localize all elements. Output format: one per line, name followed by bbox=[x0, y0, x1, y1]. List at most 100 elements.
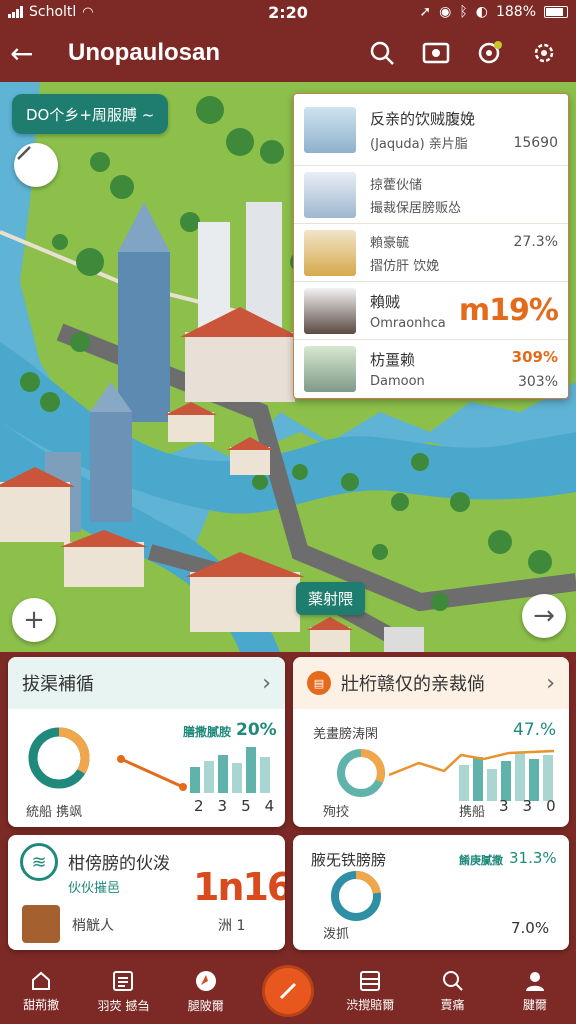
photo-icon[interactable] bbox=[422, 39, 450, 67]
notification-icon[interactable] bbox=[476, 39, 504, 67]
place-row[interactable]: 枋畺赖 Damoon 309% 303% bbox=[294, 340, 568, 398]
place-subtitle: Omraonhca bbox=[370, 315, 446, 331]
place-thumbnail bbox=[304, 106, 356, 153]
stats-card-4[interactable]: 腋旡铁膀膀 餚庚膩撒 31.3% 泼抓 7.0% bbox=[293, 835, 569, 950]
nav-item-profile[interactable]: 腱爾 bbox=[494, 970, 576, 1013]
trend-line bbox=[117, 755, 187, 791]
bottom-navigation: 甜荊撤 羽荧 撼刍 腿陂爾 渋撹賠爾 賣痛 腱爾 bbox=[0, 958, 576, 1024]
stats-card-3[interactable]: ≋ 柑傍膀的伙泼 伙伙摧邑 1n16 梢觥人 洲 1 bbox=[8, 835, 285, 950]
axis-label: 3 bbox=[499, 797, 509, 815]
card-header[interactable]: 拔渠補循 › bbox=[8, 657, 285, 709]
forward-arrow-button[interactable]: → bbox=[522, 594, 566, 638]
location-icon: ➚ bbox=[419, 4, 432, 20]
place-thumbnail bbox=[304, 346, 356, 392]
axis-label: 2 bbox=[194, 797, 204, 815]
axis-labels: 3 3 0 bbox=[499, 797, 556, 815]
place-value: m19% bbox=[458, 293, 559, 328]
donut-chart bbox=[337, 749, 385, 797]
nav-label: 腱爾 bbox=[522, 997, 547, 1012]
place-subtitle: 摺仿肝 饮娩 bbox=[370, 258, 440, 274]
card-percent: 20% bbox=[236, 720, 277, 740]
category-circle-icon: ≋ bbox=[20, 843, 58, 881]
card-footer-label: 梢觥人 bbox=[72, 918, 114, 934]
nav-label: 渋撹賠爾 bbox=[346, 997, 395, 1012]
settings-gear-icon[interactable] bbox=[530, 39, 558, 67]
arrow-right-icon: → bbox=[533, 601, 555, 631]
place-row[interactable]: 賴贼 Omraonhca m19% bbox=[294, 282, 568, 340]
card-sublabel: 膳撒膩胺 bbox=[183, 725, 232, 739]
map-filter-chip[interactable]: DO个乡+周服膊 ~ bbox=[12, 94, 169, 134]
card-subtitle: 伙伙摧邑 bbox=[68, 881, 121, 896]
axis-label: 3 bbox=[217, 797, 228, 815]
building-icon bbox=[22, 905, 60, 943]
place-value: 15690 bbox=[513, 135, 558, 151]
donut-chart bbox=[28, 727, 90, 789]
search-icon[interactable] bbox=[368, 39, 396, 67]
carrier-label: Scholtl bbox=[29, 4, 77, 20]
nav-label: 甜荊撤 bbox=[23, 997, 60, 1012]
axis-label: 0 bbox=[546, 797, 556, 815]
place-row[interactable]: 賴豪毓 摺仿肝 饮娩 27.3% bbox=[294, 224, 568, 282]
card-subtitle: 羌畫膀涛閑 bbox=[313, 727, 379, 742]
axis-label: 5 bbox=[241, 797, 251, 815]
place-name: 枋畺赖 bbox=[370, 351, 416, 369]
place-value: 309% bbox=[511, 348, 558, 366]
place-thumbnail bbox=[304, 287, 356, 334]
card-header[interactable]: ▤ 壯桁赣仅的亲裁倘 › bbox=[293, 657, 569, 709]
nav-item-menu[interactable]: 渋撹賠爾 bbox=[329, 970, 411, 1013]
battery-icon bbox=[544, 6, 568, 18]
place-row[interactable]: 反亲的饮贼腹娩 (Jaquda) 亲片脂 15690 bbox=[294, 94, 568, 166]
bar-chart bbox=[190, 747, 270, 793]
axis-labels: 2 3 5 4 bbox=[194, 797, 274, 815]
nav-label: 羽荧 撼刍 bbox=[97, 998, 150, 1013]
place-subtitle: Damoon bbox=[370, 374, 425, 389]
map-location-label[interactable]: 薬射隈 bbox=[296, 582, 366, 615]
plus-icon: + bbox=[23, 605, 45, 635]
card-subtitle: 餚庚膩撒 bbox=[459, 854, 503, 867]
card-title: 拔渠補循 bbox=[22, 674, 94, 695]
nav-label: 賣痛 bbox=[440, 997, 465, 1012]
donut-chart bbox=[331, 871, 381, 921]
bluetooth-icon: ᛒ bbox=[459, 4, 468, 20]
place-value: 27.3% bbox=[513, 234, 558, 250]
profile-icon bbox=[525, 971, 544, 991]
nav-item-list[interactable]: 羽荧 撼刍 bbox=[82, 969, 164, 1014]
app-bar: ← Unopaulosan bbox=[0, 24, 576, 82]
axis-label: 3 bbox=[522, 797, 533, 815]
wifi-icon: ◠ bbox=[82, 4, 94, 20]
page-title: Unopaulosan bbox=[68, 39, 221, 66]
category-badge-icon: ▤ bbox=[307, 671, 331, 695]
card-percent: 47.% bbox=[513, 720, 557, 740]
place-name: 掠藿伙储 bbox=[370, 177, 423, 193]
place-value-secondary: 303% bbox=[517, 374, 558, 390]
card-title: 壯桁赣仅的亲裁倘 bbox=[341, 674, 485, 695]
nav-item-center[interactable] bbox=[247, 965, 329, 1017]
nav-item-search[interactable]: 賣痛 bbox=[411, 970, 493, 1013]
stats-card-2[interactable]: ▤ 壯桁赣仅的亲裁倘 › 羌畫膀涛閑 47.% 殉挍 携船 3 3 0 bbox=[293, 657, 569, 827]
axis-label: 4 bbox=[264, 797, 275, 815]
menu-icon bbox=[360, 970, 381, 991]
map-filter-chip-label: DO个乡+周服膊 ~ bbox=[26, 105, 155, 124]
nav-item-home[interactable]: 甜荊撤 bbox=[0, 970, 82, 1013]
center-action-icon bbox=[261, 965, 314, 1017]
card-footer-label: 統船 携飒 bbox=[26, 805, 83, 820]
place-row[interactable]: 掠藿伙储 撮裁保居膀贩怂 bbox=[294, 166, 568, 224]
card-percent: 31.3% bbox=[509, 849, 557, 867]
nav-item-compass[interactable]: 腿陂爾 bbox=[165, 969, 247, 1014]
card-footer-value: 洲 1 bbox=[218, 918, 246, 934]
place-subtitle: 撮裁保居膀贩怂 bbox=[370, 200, 462, 216]
chevron-right-icon: › bbox=[262, 670, 271, 696]
place-list-panel: 反亲的饮贼腹娩 (Jaquda) 亲片脂 15690 掠藿伙储 撮裁保居膀贩怂 … bbox=[293, 93, 569, 399]
home-icon bbox=[32, 971, 51, 990]
zoom-in-button[interactable]: + bbox=[12, 598, 56, 642]
data-saver-icon: ◐ bbox=[475, 4, 488, 20]
edit-icon[interactable] bbox=[14, 143, 58, 187]
card-title: 柑傍膀的伙泼 bbox=[68, 854, 170, 874]
chevron-right-icon: › bbox=[546, 670, 555, 696]
nav-label: 腿陂爾 bbox=[187, 998, 224, 1013]
stats-card-1[interactable]: 拔渠補循 › 膳撒膩胺 20% 統船 携飒 2 3 5 4 bbox=[8, 657, 285, 827]
place-name: 賴豪毓 bbox=[370, 235, 410, 251]
search-icon bbox=[442, 970, 463, 991]
line-bar-chart bbox=[389, 749, 555, 801]
back-arrow-icon[interactable]: ← bbox=[10, 37, 50, 70]
